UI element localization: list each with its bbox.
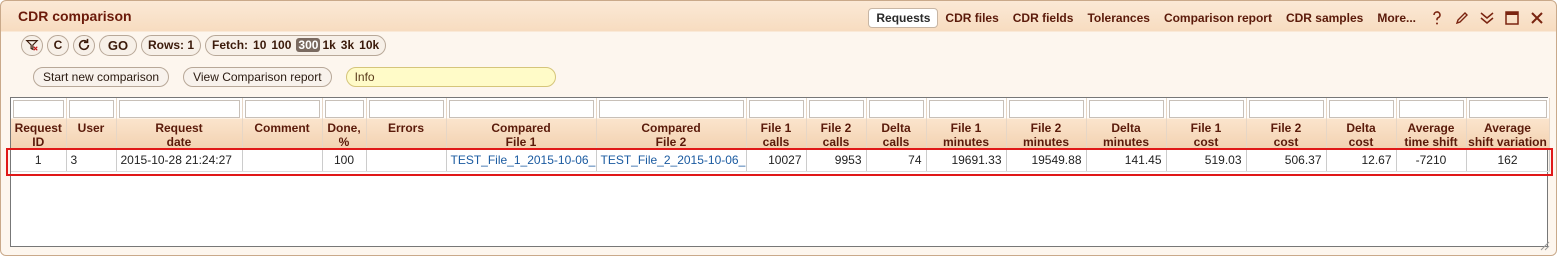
cell-done: 100 xyxy=(322,149,367,172)
col-request-date[interactable]: Request date xyxy=(116,98,243,149)
filter-input[interactable] xyxy=(368,100,444,118)
tab-cdr-samples[interactable]: CDR samples xyxy=(1279,9,1370,27)
close-icon[interactable] xyxy=(1526,8,1548,28)
cell-compared-file-1-link[interactable]: TEST_File_1_2015-10-06_ xyxy=(446,149,597,172)
tab-comparison-report[interactable]: Comparison report xyxy=(1157,9,1279,27)
cell-delta-cost: 12.67 xyxy=(1326,149,1397,172)
cell-file1-cost: 519.03 xyxy=(1166,149,1247,172)
view-comparison-report-button[interactable]: View Comparison report xyxy=(183,67,332,87)
col-file2-calls[interactable]: File 2 calls xyxy=(806,98,867,149)
filter-input[interactable] xyxy=(118,100,240,118)
col-file2-minutes[interactable]: File 2 minutes xyxy=(1006,98,1087,149)
cell-errors xyxy=(366,149,447,172)
filter-input[interactable] xyxy=(1328,100,1394,118)
col-compared-file-1[interactable]: Compared File 1 xyxy=(446,98,597,149)
col-request-id[interactable]: Request ID xyxy=(11,98,67,149)
clear-filter-icon[interactable] xyxy=(21,34,43,56)
cell-file1-minutes: 19691.33 xyxy=(926,149,1007,172)
col-average-shift-variation[interactable]: Average shift variation xyxy=(1466,98,1550,149)
fetch-selector: Fetch: 10 100 300 1k 3k 10k xyxy=(205,34,387,56)
filter-input[interactable] xyxy=(1088,100,1164,118)
col-file2-cost[interactable]: File 2 cost xyxy=(1246,98,1327,149)
filter-input[interactable] xyxy=(928,100,1004,118)
tab-more[interactable]: More... xyxy=(1370,9,1423,27)
filter-input[interactable] xyxy=(598,100,744,118)
window-title: CDR comparison xyxy=(18,8,132,24)
fetch-option-100[interactable]: 100 xyxy=(271,38,291,52)
cdr-comparison-window: CDR comparison Requests CDR files CDR fi… xyxy=(0,0,1557,256)
col-average-time-shift[interactable]: Average time shift xyxy=(1396,98,1467,149)
col-compared-file-2[interactable]: Compared File 2 xyxy=(596,98,747,149)
cell-file2-cost: 506.37 xyxy=(1246,149,1327,172)
cell-file2-minutes: 19549.88 xyxy=(1006,149,1087,172)
cell-delta-calls: 74 xyxy=(866,149,927,172)
tab-cdr-fields[interactable]: CDR fields xyxy=(1006,9,1081,27)
c-button[interactable]: C xyxy=(47,34,69,56)
col-file1-minutes[interactable]: File 1 minutes xyxy=(926,98,1007,149)
tab-requests[interactable]: Requests xyxy=(868,8,939,28)
filter-input[interactable] xyxy=(1398,100,1464,118)
top-nav: Requests CDR files CDR fields Tolerances… xyxy=(868,7,1548,29)
action-bar: Start new comparison View Comparison rep… xyxy=(33,67,556,87)
start-new-comparison-button[interactable]: Start new comparison xyxy=(33,67,170,87)
col-delta-calls[interactable]: Delta calls xyxy=(866,98,927,149)
cell-average-shift-variation: 162 xyxy=(1466,149,1550,172)
help-icon[interactable] xyxy=(1426,8,1448,28)
tab-cdr-files[interactable]: CDR files xyxy=(938,9,1005,27)
grid-header-row: Request ID User Request date Comment Done,… xyxy=(11,98,1550,149)
col-delta-minutes[interactable]: Delta minutes xyxy=(1086,98,1167,149)
refresh-icon[interactable] xyxy=(73,34,95,56)
cell-request-date: 2015-10-28 21:24:27 xyxy=(116,149,243,172)
col-user[interactable]: User xyxy=(66,98,117,149)
rows-count: Rows: 1 xyxy=(141,34,202,56)
col-file1-calls[interactable]: File 1 calls xyxy=(746,98,807,149)
cell-average-time-shift: -7210 xyxy=(1396,149,1467,172)
edit-icon[interactable] xyxy=(1451,8,1473,28)
filter-input[interactable] xyxy=(748,100,804,118)
col-errors[interactable]: Errors xyxy=(366,98,447,149)
cell-delta-minutes: 141.45 xyxy=(1086,149,1167,172)
col-delta-cost[interactable]: Delta cost xyxy=(1326,98,1397,149)
filter-input[interactable] xyxy=(448,100,594,118)
grid-toolbar: C GO Rows: 1 Fetch: 10 100 300 1k 3k 10k xyxy=(21,34,387,56)
filter-input[interactable] xyxy=(1168,100,1244,118)
filter-input[interactable] xyxy=(868,100,924,118)
filter-input[interactable] xyxy=(808,100,864,118)
cell-compared-file-2-link[interactable]: TEST_File_2_2015-10-06_ xyxy=(596,149,747,172)
filter-input[interactable] xyxy=(13,100,64,118)
info-field[interactable]: Info xyxy=(345,67,556,87)
filter-input[interactable] xyxy=(244,100,320,118)
cell-file1-calls: 10027 xyxy=(746,149,807,172)
resize-grip-icon[interactable] xyxy=(1540,241,1550,251)
col-file1-cost[interactable]: File 1 cost xyxy=(1166,98,1247,149)
filter-input[interactable] xyxy=(68,100,114,118)
tab-tolerances[interactable]: Tolerances xyxy=(1080,9,1156,27)
cell-request-id: 1 xyxy=(11,149,67,172)
filter-input[interactable] xyxy=(1008,100,1084,118)
fetch-option-300[interactable]: 300 xyxy=(296,38,321,52)
fetch-option-3k[interactable]: 3k xyxy=(341,38,354,52)
table-row[interactable]: 1 3 2015-10-28 21:24:27 100 TEST_File_1_… xyxy=(11,149,1550,172)
title-bar: CDR comparison Requests CDR files CDR fi… xyxy=(1,1,1556,32)
fetch-option-10k[interactable]: 10k xyxy=(359,38,379,52)
filter-input[interactable] xyxy=(1248,100,1324,118)
col-done[interactable]: Done,% xyxy=(322,98,367,149)
filter-input[interactable] xyxy=(1468,100,1547,118)
fetch-option-1k[interactable]: 1k xyxy=(322,38,335,52)
requests-grid: Request ID User Request date Comment Done,… xyxy=(10,97,1550,247)
col-comment[interactable]: Comment xyxy=(242,98,323,149)
go-button[interactable]: GO xyxy=(99,34,137,56)
filter-input[interactable] xyxy=(324,100,364,118)
maximize-icon[interactable] xyxy=(1501,8,1523,28)
fetch-option-10[interactable]: 10 xyxy=(253,38,266,52)
fetch-label: Fetch: xyxy=(212,38,249,52)
cell-comment xyxy=(242,149,323,172)
collapse-icon[interactable] xyxy=(1476,8,1498,28)
cell-file2-calls: 9953 xyxy=(806,149,867,172)
cell-user: 3 xyxy=(66,149,117,172)
